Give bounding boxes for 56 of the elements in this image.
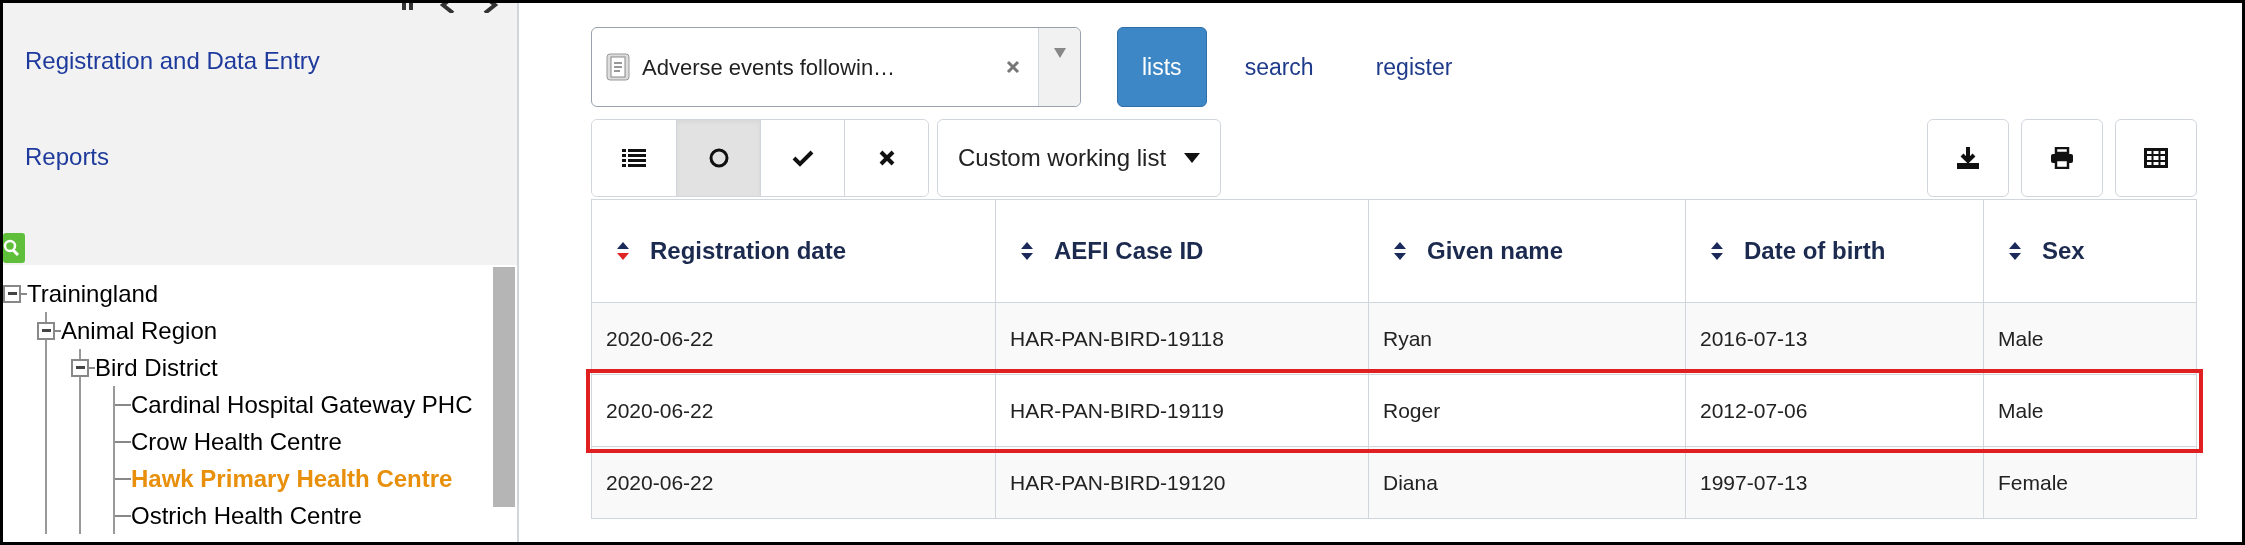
table-cell: Roger (1368, 374, 1686, 447)
sort-icon[interactable] (616, 241, 630, 261)
tree-item[interactable]: Animal Region (61, 312, 218, 349)
table-cell: HAR-PAN-BIRD-19120 (995, 446, 1369, 519)
filter-button[interactable] (676, 120, 760, 196)
tree-item[interactable]: Bird District (95, 349, 218, 386)
circle-icon (707, 147, 730, 169)
tab[interactable]: lists (1117, 27, 1207, 107)
table-cell: HAR-PAN-BIRD-19119 (995, 374, 1369, 447)
column-header[interactable]: Registration date (650, 233, 847, 269)
tree-item[interactable]: Crow Health Centre (131, 423, 342, 460)
tree-item[interactable]: Ostrich Health Centre (131, 497, 362, 534)
table-cell: Male (1983, 374, 2197, 447)
tree-item[interactable]: Trainingland (27, 275, 159, 312)
sort-icon[interactable] (2008, 241, 2022, 261)
table-cell: 1997-07-13 (1685, 446, 1984, 519)
table-cell: 2012-07-06 (1685, 374, 1984, 447)
sort-icon[interactable] (1393, 241, 1407, 261)
table-cell: Diana (1368, 446, 1686, 519)
download-icon (1956, 146, 1980, 170)
tab[interactable]: search (1220, 27, 1338, 107)
list-icon (622, 148, 646, 168)
table-row[interactable]: 2020-06-22 HAR-PAN-BIRD-19120 Diana 1997-07-13 Female (591, 446, 2197, 519)
table-row[interactable]: 2020-06-22 HAR-PAN-BIRD-19118 Ryan 2016-07-13 Male (591, 302, 2197, 375)
column-header[interactable]: Given name (1427, 233, 1564, 269)
dropdown-toggle[interactable] (1038, 28, 1080, 106)
download-button[interactable] (1927, 119, 2009, 197)
caret-icon (1184, 153, 1201, 163)
column-header[interactable]: Date of birth (1744, 233, 1886, 269)
scrollbar[interactable] (493, 267, 515, 507)
sort-icon[interactable] (1020, 241, 1034, 261)
sort-icon[interactable] (1710, 241, 1724, 261)
collapse-toggle[interactable] (37, 321, 55, 340)
clipboard-icon (606, 53, 630, 81)
working-list-dropdown[interactable]: Custom working list (937, 119, 1222, 197)
table-cell: Female (1983, 446, 2197, 519)
program-name: Adverse events followin… (642, 53, 896, 82)
printer-icon (2050, 147, 2074, 169)
close-icon (878, 150, 895, 166)
clear-icon[interactable] (1006, 60, 1020, 74)
table-icon (2144, 148, 2168, 168)
collapse-toggle[interactable] (71, 358, 89, 377)
caret-icon (1053, 48, 1066, 58)
grid-button[interactable] (2115, 119, 2197, 197)
tab[interactable]: register (1351, 27, 1477, 107)
column-header[interactable]: AEFI Case ID (1054, 233, 1204, 269)
print-button[interactable] (2021, 119, 2103, 197)
column-header[interactable]: Sex (2042, 233, 2085, 269)
table-cell: 2020-06-22 (591, 446, 996, 519)
check-icon (791, 149, 814, 167)
program-select[interactable]: Adverse events followin… (591, 27, 1081, 107)
collapse-toggle[interactable] (3, 284, 21, 303)
tree-item[interactable]: Cardinal Hospital Gateway PHC (131, 386, 473, 423)
sidebar-link[interactable]: Reports (25, 139, 517, 175)
table-cell: 2020-06-22 (591, 374, 996, 447)
sidebar-link[interactable]: Registration and Data Entry (25, 43, 517, 79)
